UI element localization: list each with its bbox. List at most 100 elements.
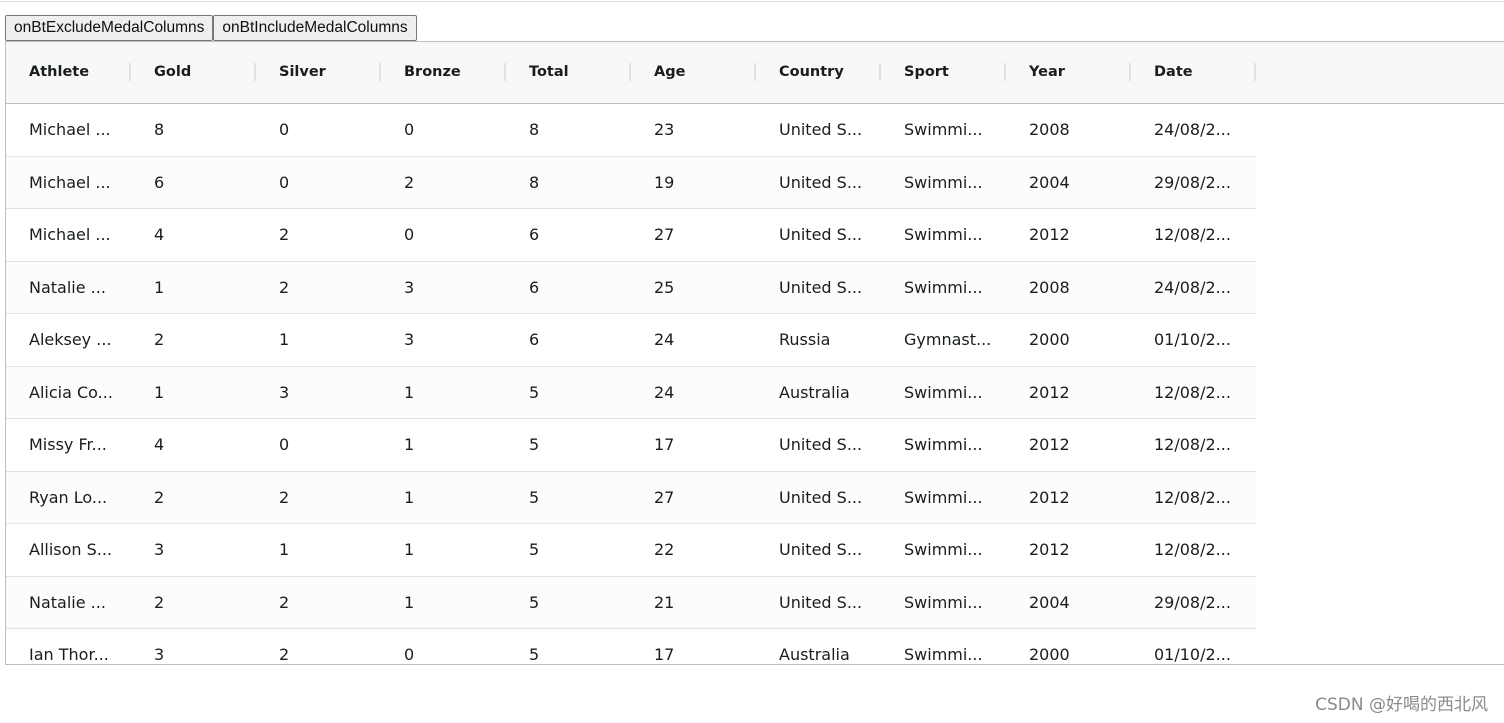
cell-date[interactable]: 29/08/2... [1131,577,1256,629]
column-header-date[interactable]: Date [1131,42,1256,103]
cell-bronze[interactable]: 2 [381,157,506,209]
table-row[interactable]: Natalie ... 1 2 3 6 25 United S... Swimmi... 200… [6,261,1256,314]
cell-bronze[interactable]: 1 [381,472,506,524]
column-header-age[interactable]: Age [631,42,756,103]
cell-silver[interactable]: 2 [256,262,381,314]
cell-year[interactable]: 2008 [1006,262,1131,314]
cell-country[interactable]: Russia [756,314,881,366]
include-medal-columns-button[interactable]: onBtIncludeMedalColumns [213,15,417,41]
cell-athlete[interactable]: Ian Thor... [6,629,131,664]
cell-athlete[interactable]: Allison S... [6,524,131,576]
cell-age[interactable]: 25 [631,262,756,314]
cell-sport[interactable]: Swimmi... [881,419,1006,471]
cell-athlete[interactable]: Alicia Co... [6,367,131,419]
cell-sport[interactable]: Swimmi... [881,472,1006,524]
cell-total[interactable]: 8 [506,104,631,156]
cell-age[interactable]: 17 [631,629,756,664]
cell-year[interactable]: 2000 [1006,629,1131,664]
table-row[interactable]: Ian Thor... 3 2 0 5 17 Australia Swimmi... 2000 0… [6,629,1256,664]
cell-year[interactable]: 2004 [1006,157,1131,209]
cell-gold[interactable]: 4 [131,419,256,471]
cell-sport[interactable]: Swimmi... [881,157,1006,209]
column-header-year[interactable]: Year [1006,42,1131,103]
cell-bronze[interactable]: 1 [381,419,506,471]
cell-athlete[interactable]: Ryan Lo... [6,472,131,524]
cell-total[interactable]: 6 [506,209,631,261]
cell-year[interactable]: 2004 [1006,577,1131,629]
cell-country[interactable]: United S... [756,209,881,261]
column-header-silver[interactable]: Silver [256,42,381,103]
cell-total[interactable]: 5 [506,367,631,419]
cell-country[interactable]: Australia [756,629,881,664]
cell-silver[interactable]: 0 [256,157,381,209]
cell-gold[interactable]: 1 [131,262,256,314]
column-resize-handle[interactable] [1254,63,1256,81]
table-row[interactable]: Ryan Lo... 2 2 1 5 27 United S... Swimmi... 2012… [6,471,1256,524]
cell-date[interactable]: 29/08/2... [1131,157,1256,209]
cell-gold[interactable]: 3 [131,629,256,664]
cell-date[interactable]: 01/10/2... [1131,314,1256,366]
cell-athlete[interactable]: Natalie ... [6,577,131,629]
cell-year[interactable]: 2012 [1006,367,1131,419]
cell-gold[interactable]: 3 [131,524,256,576]
column-header-gold[interactable]: Gold [131,42,256,103]
cell-sport[interactable]: Swimmi... [881,577,1006,629]
cell-bronze[interactable]: 1 [381,577,506,629]
cell-age[interactable]: 24 [631,367,756,419]
cell-athlete[interactable]: Natalie ... [6,262,131,314]
cell-year[interactable]: 2008 [1006,104,1131,156]
cell-age[interactable]: 17 [631,419,756,471]
cell-country[interactable]: United S... [756,577,881,629]
cell-year[interactable]: 2000 [1006,314,1131,366]
cell-country[interactable]: United S... [756,472,881,524]
table-row[interactable]: Michael ... 4 2 0 6 27 United S... Swimmi... 201… [6,209,1256,262]
cell-year[interactable]: 2012 [1006,419,1131,471]
table-row[interactable]: Michael ... 6 0 2 8 19 United S... Swimmi... 200… [6,156,1256,209]
cell-gold[interactable]: 2 [131,577,256,629]
table-row[interactable]: Natalie ... 2 2 1 5 21 United S... Swimmi... 200… [6,576,1256,629]
cell-date[interactable]: 12/08/2... [1131,367,1256,419]
cell-date[interactable]: 12/08/2... [1131,209,1256,261]
exclude-medal-columns-button[interactable]: onBtExcludeMedalColumns [5,15,214,41]
cell-country[interactable]: United S... [756,419,881,471]
cell-age[interactable]: 27 [631,209,756,261]
column-header-total[interactable]: Total [506,42,631,103]
table-row[interactable]: Missy Fr... 4 0 1 5 17 United S... Swimmi... 201… [6,419,1256,472]
cell-bronze[interactable]: 0 [381,629,506,664]
column-header-bronze[interactable]: Bronze [381,42,506,103]
cell-silver[interactable]: 2 [256,577,381,629]
cell-age[interactable]: 19 [631,157,756,209]
cell-total[interactable]: 6 [506,314,631,366]
table-row[interactable]: Allison S... 3 1 1 5 22 United S... Swimmi... 20… [6,524,1256,577]
cell-bronze[interactable]: 1 [381,524,506,576]
cell-gold[interactable]: 6 [131,157,256,209]
column-header-athlete[interactable]: Athlete [6,42,131,103]
cell-total[interactable]: 5 [506,472,631,524]
cell-gold[interactable]: 1 [131,367,256,419]
cell-year[interactable]: 2012 [1006,472,1131,524]
cell-total[interactable]: 8 [506,157,631,209]
table-row[interactable]: Alicia Co... 1 3 1 5 24 Australia Swimmi... 2012… [6,366,1256,419]
cell-sport[interactable]: Gymnast... [881,314,1006,366]
cell-athlete[interactable]: Aleksey ... [6,314,131,366]
cell-athlete[interactable]: Michael ... [6,209,131,261]
cell-age[interactable]: 23 [631,104,756,156]
cell-date[interactable]: 12/08/2... [1131,419,1256,471]
cell-date[interactable]: 12/08/2... [1131,524,1256,576]
cell-silver[interactable]: 2 [256,209,381,261]
cell-country[interactable]: United S... [756,157,881,209]
cell-silver[interactable]: 0 [256,419,381,471]
cell-bronze[interactable]: 0 [381,104,506,156]
cell-date[interactable]: 12/08/2... [1131,472,1256,524]
cell-gold[interactable]: 4 [131,209,256,261]
cell-age[interactable]: 24 [631,314,756,366]
cell-silver[interactable]: 2 [256,472,381,524]
cell-gold[interactable]: 2 [131,314,256,366]
cell-athlete[interactable]: Michael ... [6,157,131,209]
cell-bronze[interactable]: 0 [381,209,506,261]
cell-country[interactable]: United S... [756,524,881,576]
cell-silver[interactable]: 1 [256,314,381,366]
table-row[interactable]: Michael ... 8 0 0 8 23 United S... Swimmi... 200… [6,104,1256,157]
cell-athlete[interactable]: Missy Fr... [6,419,131,471]
cell-country[interactable]: Australia [756,367,881,419]
